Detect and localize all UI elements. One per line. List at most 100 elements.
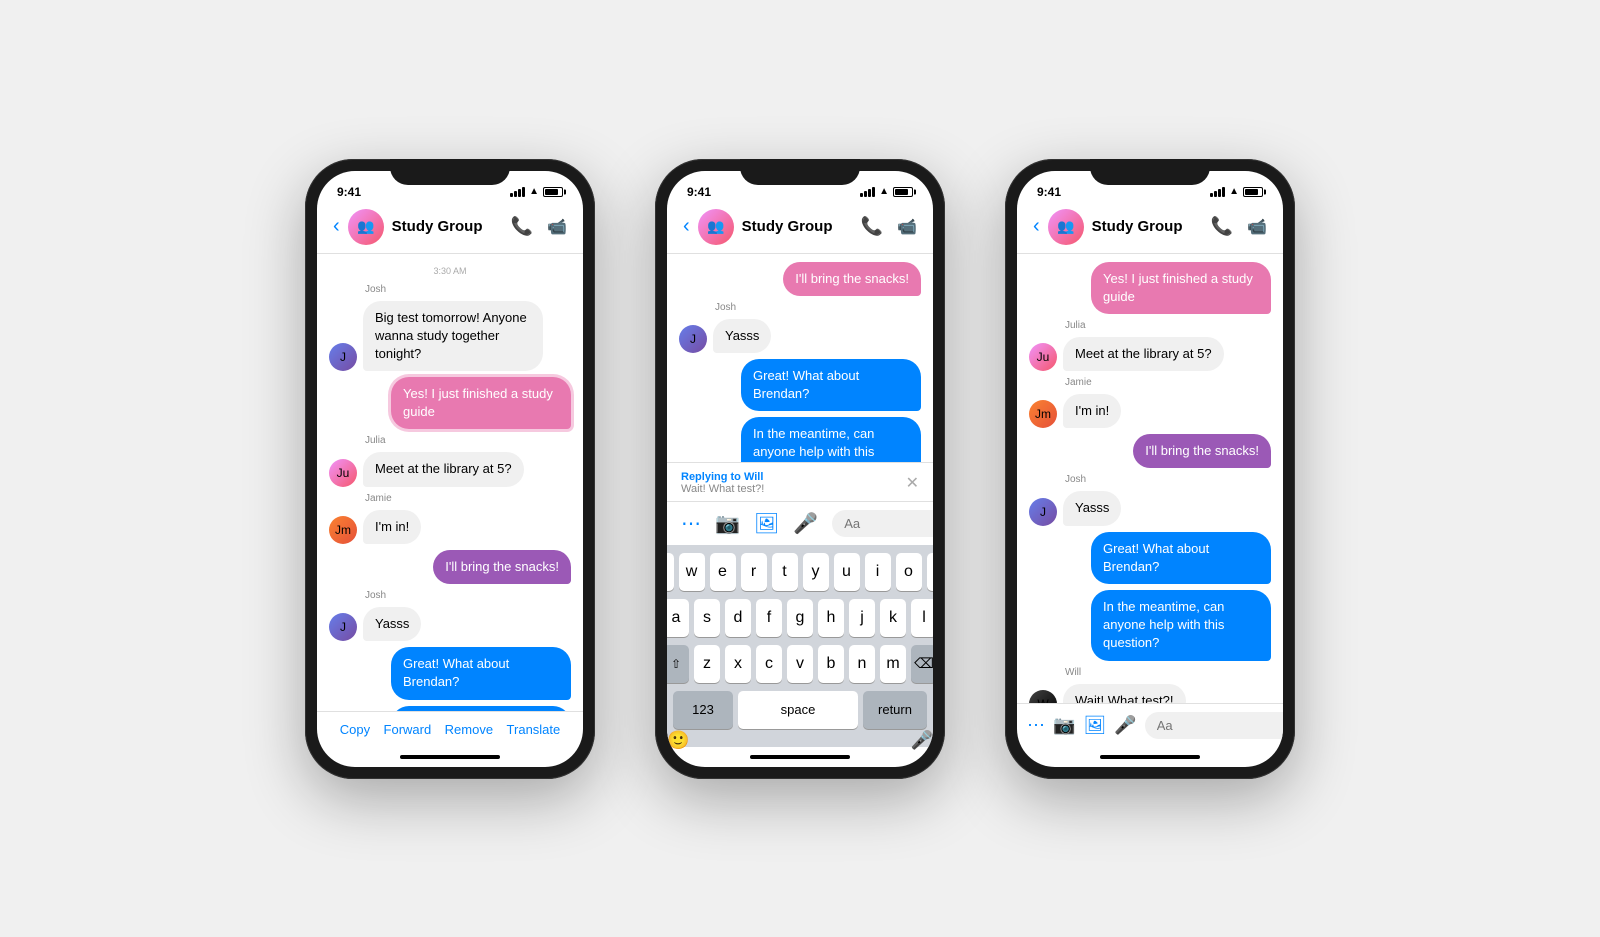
key-123[interactable]: 123 (673, 691, 733, 729)
bubble-p3-2[interactable]: Meet at the library at 5? (1063, 337, 1224, 371)
gallery-icon-2[interactable]: 🖼 (754, 511, 779, 536)
bubble-p2-1[interactable]: I'll bring the snacks! (783, 262, 921, 296)
msg-row-p3-1: Yes! I just finished a study guide (1029, 262, 1271, 314)
key-l[interactable]: l (911, 599, 933, 637)
key-v[interactable]: v (787, 645, 813, 683)
key-e[interactable]: e (710, 553, 736, 591)
nav-bar-1: ‹ 👥 Study Group 📞 📹 (317, 203, 583, 254)
avatar-julia-1: Ju (329, 459, 357, 487)
key-o[interactable]: o (896, 553, 922, 591)
msg-row-p3-3: Jm I'm in! (1029, 394, 1271, 428)
home-indicator-1 (400, 755, 500, 759)
camera-icon-3[interactable]: 📷 (1053, 715, 1075, 736)
home-indicator-3 (1100, 755, 1200, 759)
bubble-p3-6[interactable]: Great! What about Brendan? (1091, 532, 1271, 584)
nav-actions-1: 📞 📹 (511, 216, 567, 237)
bubble-p3-4[interactable]: I'll bring the snacks! (1133, 434, 1271, 468)
camera-icon-2[interactable]: 📷 (715, 511, 740, 536)
sender-josh-p2: Josh (715, 302, 921, 313)
video-button-1[interactable]: 📹 (547, 217, 567, 237)
translate-action[interactable]: Translate (507, 722, 561, 737)
remove-action[interactable]: Remove (445, 722, 493, 737)
key-g[interactable]: g (787, 599, 813, 637)
msg-row-p3-6: Great! What about Brendan? (1029, 532, 1271, 584)
bubble-p3-7[interactable]: In the meantime, can anyone help with th… (1091, 590, 1271, 661)
battery-icon-2 (893, 187, 913, 197)
phone-button-3[interactable]: 📞 (1211, 216, 1233, 237)
key-x[interactable]: x (725, 645, 751, 683)
bubble-julia-1[interactable]: Meet at the library at 5? (363, 452, 524, 486)
key-y[interactable]: y (803, 553, 829, 591)
bottom-bar-2 (667, 747, 933, 767)
status-time-2: 9:41 (687, 185, 711, 199)
bubble-jamie-1[interactable]: I'm in! (363, 510, 421, 544)
key-z[interactable]: z (694, 645, 720, 683)
key-i[interactable]: i (865, 553, 891, 591)
back-button-1[interactable]: ‹ (333, 215, 340, 238)
key-n[interactable]: n (849, 645, 875, 683)
bubble-josh-1[interactable]: Big test tomorrow! Anyone wanna study to… (363, 301, 543, 372)
key-backspace[interactable]: ⌫ (911, 645, 933, 683)
key-k[interactable]: k (880, 599, 906, 637)
key-a[interactable]: a (667, 599, 689, 637)
sender-julia-p3: Julia (1065, 320, 1271, 331)
key-m[interactable]: m (880, 645, 906, 683)
video-button-2[interactable]: 📹 (897, 217, 917, 237)
key-shift[interactable]: ⇧ (667, 645, 689, 683)
key-f[interactable]: f (756, 599, 782, 637)
gallery-icon-3[interactable]: 🖼 (1083, 715, 1106, 736)
message-input-2[interactable] (832, 510, 933, 537)
msg-row-p3-7: In the meantime, can anyone help with th… (1029, 590, 1271, 661)
forward-action[interactable]: Forward (384, 722, 432, 737)
chat-area-1: 3:30 AM Josh J Big test tomorrow! Anyone… (317, 254, 583, 711)
copy-action[interactable]: Copy (340, 722, 370, 737)
back-button-3[interactable]: ‹ (1033, 215, 1040, 238)
bubble-out-1[interactable]: Yes! I just finished a study guide (391, 377, 571, 429)
avatar-julia-p3: Ju (1029, 343, 1057, 371)
bubble-out-2[interactable]: I'll bring the snacks! (433, 550, 571, 584)
mic-icon-2[interactable]: 🎤 (793, 511, 818, 536)
key-q[interactable]: q (667, 553, 674, 591)
status-icons-2: ▲ (860, 186, 913, 197)
bubble-p2-3[interactable]: Great! What about Brendan? (741, 359, 921, 411)
bottom-bar-3 (1017, 747, 1283, 767)
nav-bar-2: ‹ 👥 Study Group 📞 📹 (667, 203, 933, 254)
bubble-p3-8[interactable]: Wait! What test?! (1063, 684, 1186, 703)
video-button-3[interactable]: 📹 (1247, 217, 1267, 237)
bubble-p3-3[interactable]: I'm in! (1063, 394, 1121, 428)
key-c[interactable]: c (756, 645, 782, 683)
msg-row-p2-3: Great! What about Brendan? (679, 359, 921, 411)
key-t[interactable]: t (772, 553, 798, 591)
key-j[interactable]: j (849, 599, 875, 637)
key-u[interactable]: u (834, 553, 860, 591)
back-button-2[interactable]: ‹ (683, 215, 690, 238)
phone-button-1[interactable]: 📞 (511, 216, 533, 237)
message-input-3[interactable] (1145, 712, 1283, 739)
bubble-out-3[interactable]: Great! What about Brendan? (391, 647, 571, 699)
key-w[interactable]: w (679, 553, 705, 591)
apps-icon-2[interactable]: ⋯ (681, 511, 701, 536)
chat-title-1: Study Group (392, 218, 511, 235)
bubble-p2-4[interactable]: In the meantime, can anyone help with th… (741, 417, 921, 461)
key-r[interactable]: r (741, 553, 767, 591)
key-s[interactable]: s (694, 599, 720, 637)
context-actions-1: Copy Forward Remove Translate (317, 711, 583, 747)
bubble-p3-1[interactable]: Yes! I just finished a study guide (1091, 262, 1271, 314)
bubble-p2-2[interactable]: Yasss (713, 319, 771, 353)
key-space[interactable]: space (738, 691, 858, 729)
key-h[interactable]: h (818, 599, 844, 637)
bubble-josh2-1[interactable]: Yasss (363, 607, 421, 641)
key-d[interactable]: d (725, 599, 751, 637)
avatar-josh2-1: J (329, 613, 357, 641)
phone-button-2[interactable]: 📞 (861, 216, 883, 237)
nav-bar-3: ‹ 👥 Study Group 📞 📹 (1017, 203, 1283, 254)
key-return[interactable]: return (863, 691, 927, 729)
close-reply-btn[interactable]: ✕ (906, 473, 919, 493)
bubble-p3-5[interactable]: Yasss (1063, 491, 1121, 525)
chat-title-2: Study Group (742, 218, 861, 235)
apps-icon-3[interactable]: ⋯ (1027, 715, 1045, 736)
mic-icon-3[interactable]: 🎤 (1114, 715, 1136, 736)
key-p[interactable]: p (927, 553, 934, 591)
phone-3: 9:41 ▲ ‹ 👥 Study Group 📞 📹 (1005, 159, 1295, 779)
key-b[interactable]: b (818, 645, 844, 683)
